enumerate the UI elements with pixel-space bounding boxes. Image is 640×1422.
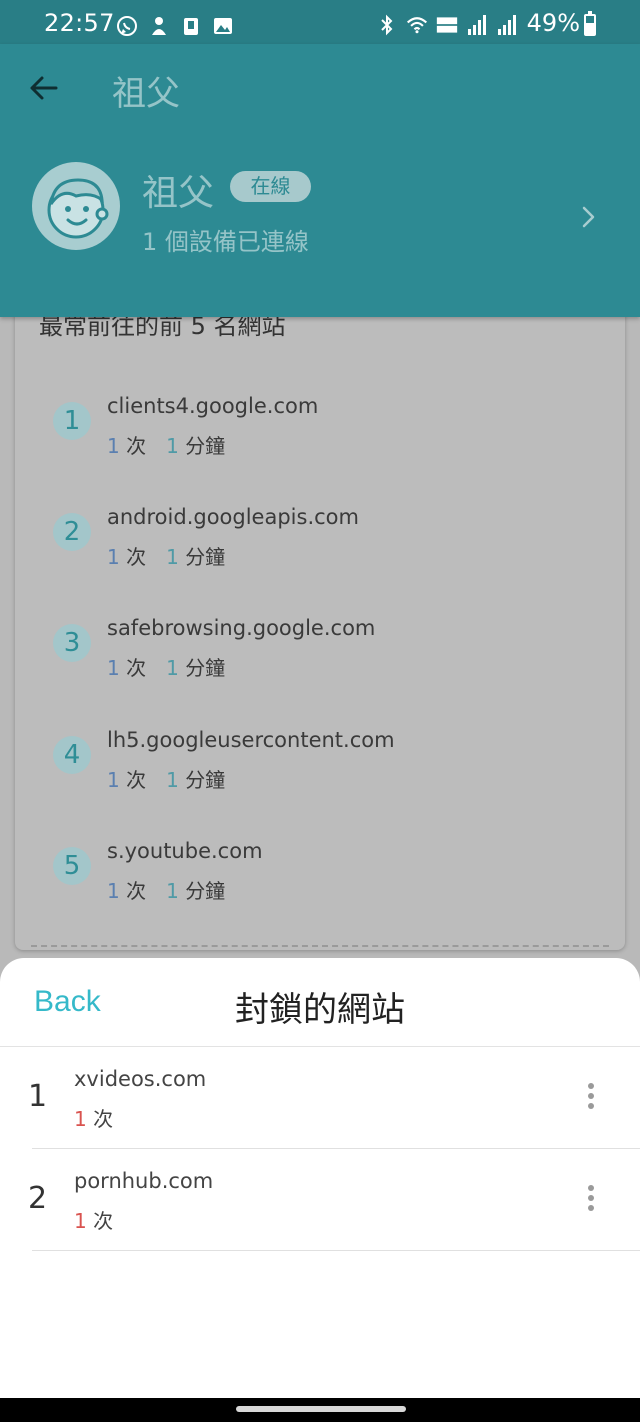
status-badge: 在線	[230, 171, 311, 202]
wifi-icon	[406, 14, 428, 36]
battery-icon	[584, 11, 596, 36]
visit-count: 1	[107, 879, 120, 903]
dashed-divider	[31, 945, 609, 947]
minute-unit: 分鐘	[185, 768, 226, 792]
signal-icon	[466, 14, 488, 36]
blocked-count: 1 次	[74, 1103, 113, 1132]
minute-count: 1	[166, 879, 179, 903]
minute-unit: 分鐘	[185, 879, 226, 903]
profile-name: 祖父	[142, 173, 215, 214]
minute-count: 1	[166, 545, 179, 569]
site-stats: 1 次1 分鐘	[107, 764, 225, 793]
visit-count: 1	[107, 545, 120, 569]
site-stats: 1 次1 分鐘	[107, 541, 225, 570]
visit-unit: 次	[126, 656, 147, 680]
child-face-icon	[47, 178, 109, 239]
blocked-sites-sheet: Back 封鎖的網站 1 xvideos.com 1 次 2 pornhub.c…	[0, 958, 640, 1398]
status-time: 22:57	[44, 9, 115, 37]
table-row[interactable]: 2 pornhub.com 1 次	[0, 1149, 640, 1251]
whatsapp-icon	[116, 15, 138, 37]
site-domain: s.youtube.com	[107, 839, 263, 863]
minute-unit: 分鐘	[185, 545, 226, 569]
bluetooth-icon	[376, 14, 398, 36]
minute-unit: 分鐘	[185, 434, 226, 458]
chevron-right-icon[interactable]	[578, 204, 598, 230]
list-item[interactable]: 1 clients4.google.com 1 次1 分鐘	[15, 384, 625, 464]
rank-badge: 2	[53, 513, 91, 551]
volte-icon	[436, 14, 458, 36]
profile-header: 祖父 祖父 在線 1 個設備已連線	[0, 44, 640, 317]
battery-percent: 49%	[526, 9, 580, 37]
list-item[interactable]: 3 safebrowsing.google.com 1 次1 分鐘	[15, 606, 625, 686]
clipboard-icon	[180, 15, 202, 37]
blocked-domain: xvideos.com	[74, 1067, 207, 1091]
visit-count: 1	[107, 768, 120, 792]
top-sites-card: 最常前往的前 5 名網站 1 clients4.google.com 1 次1 …	[15, 280, 625, 950]
site-domain: clients4.google.com	[107, 394, 319, 418]
visit-unit: 次	[126, 545, 147, 569]
status-bar: 22:57 49%	[0, 0, 640, 44]
avatar[interactable]	[32, 162, 120, 250]
sheet-title: 封鎖的網站	[235, 990, 405, 1030]
rank-badge: 5	[53, 847, 91, 885]
row-index: 1	[28, 1079, 48, 1114]
visit-unit: 次	[126, 879, 147, 903]
block-count-value: 1	[74, 1209, 87, 1233]
signal-roaming-icon	[496, 14, 518, 36]
minute-count: 1	[166, 656, 179, 680]
site-domain: safebrowsing.google.com	[107, 616, 376, 640]
visit-count: 1	[107, 434, 120, 458]
minute-count: 1	[166, 434, 179, 458]
rank-badge: 3	[53, 624, 91, 662]
site-stats: 1 次1 分鐘	[107, 430, 225, 459]
row-divider	[32, 1250, 640, 1251]
more-options-icon[interactable]	[584, 1081, 598, 1111]
notification-icon	[148, 15, 170, 37]
site-stats: 1 次1 分鐘	[107, 652, 225, 681]
more-options-icon[interactable]	[584, 1183, 598, 1213]
rank-badge: 4	[53, 736, 91, 774]
devices-connected-text: 1 個設備已連線	[142, 228, 309, 256]
visit-unit: 次	[126, 434, 147, 458]
rank-badge: 1	[53, 402, 91, 440]
list-item[interactable]: 4 lh5.googleusercontent.com 1 次1 分鐘	[15, 718, 625, 798]
visit-count: 1	[107, 656, 120, 680]
navigation-bar	[0, 1398, 640, 1422]
block-count-unit: 次	[93, 1107, 114, 1131]
status-right-icons	[376, 12, 518, 38]
list-item[interactable]: 2 android.googleapis.com 1 次1 分鐘	[15, 495, 625, 575]
visit-unit: 次	[126, 768, 147, 792]
blocked-domain: pornhub.com	[74, 1169, 214, 1193]
site-domain: lh5.googleusercontent.com	[107, 728, 395, 752]
home-indicator[interactable]	[236, 1406, 406, 1412]
block-count-unit: 次	[93, 1209, 114, 1233]
site-stats: 1 次1 分鐘	[107, 875, 225, 904]
list-item[interactable]: 5 s.youtube.com 1 次1 分鐘	[15, 829, 625, 909]
minute-unit: 分鐘	[185, 656, 226, 680]
blocked-count: 1 次	[74, 1205, 113, 1234]
block-count-value: 1	[74, 1107, 87, 1131]
status-left-icons	[116, 14, 234, 38]
back-arrow-icon[interactable]	[26, 70, 62, 106]
minute-count: 1	[166, 768, 179, 792]
image-icon	[212, 15, 234, 37]
table-row[interactable]: 1 xvideos.com 1 次	[0, 1047, 640, 1149]
row-index: 2	[28, 1181, 48, 1216]
site-domain: android.googleapis.com	[107, 505, 359, 529]
page-title: 祖父	[112, 74, 180, 114]
